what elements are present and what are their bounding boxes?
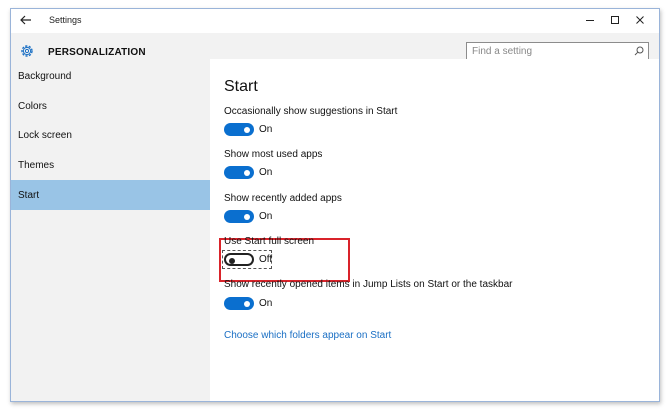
close-icon[interactable] (633, 13, 647, 27)
sidebar: Background Colors Lock screen Themes Sta… (11, 59, 210, 401)
sidebar-item-background[interactable]: Background (11, 61, 210, 91)
toggle-state: Off (259, 254, 273, 265)
setting-label-jump-lists: Show recently opened items in Jump Lists… (224, 279, 513, 290)
toggle-full-screen[interactable] (224, 253, 254, 266)
page-title: Start (224, 78, 258, 95)
toggle-state: On (259, 167, 273, 178)
toggle-state: On (259, 211, 273, 222)
setting-label-full-screen: Use Start full screen (224, 236, 315, 247)
setting-label-suggestions: Occasionally show suggestions in Start (224, 106, 398, 117)
settings-window: Settings PERSONALIZATION Find a setting (10, 8, 660, 402)
sidebar-item-label: Background (18, 71, 72, 82)
toggle-knob (244, 126, 250, 133)
sidebar-item-start[interactable]: Start (11, 180, 210, 210)
sidebar-item-label: Start (18, 190, 40, 201)
sidebar-item-label: Colors (18, 101, 47, 112)
toggle-knob (244, 169, 250, 176)
sidebar-item-lock-screen[interactable]: Lock screen (11, 120, 210, 150)
toggle-suggestions[interactable] (224, 123, 254, 136)
toggle-knob (229, 257, 235, 264)
search-icon[interactable] (634, 46, 644, 56)
maximize-icon[interactable] (608, 13, 622, 27)
sidebar-item-label: Lock screen (18, 130, 72, 141)
search-placeholder: Find a setting (472, 46, 533, 57)
toggle-recently-added[interactable] (224, 210, 254, 223)
gear-icon (19, 43, 35, 59)
section-title: PERSONALIZATION (48, 47, 146, 58)
toggle-knob (244, 213, 250, 220)
sidebar-item-themes[interactable]: Themes (11, 150, 210, 180)
title-bar: Settings (11, 9, 659, 33)
setting-label-recently-added: Show recently added apps (224, 193, 342, 204)
setting-label-most-used: Show most used apps (224, 149, 323, 160)
choose-folders-link[interactable]: Choose which folders appear on Start (224, 330, 391, 341)
back-arrow-icon[interactable] (19, 13, 33, 27)
window-title: Settings (49, 15, 82, 25)
minimize-icon[interactable] (583, 13, 597, 27)
main-content: Start Occasionally show suggestions in S… (210, 59, 659, 401)
sidebar-item-label: Themes (18, 160, 55, 171)
toggle-state: On (259, 124, 273, 135)
toggle-state: On (259, 298, 273, 309)
toggle-jump-lists[interactable] (224, 297, 254, 310)
toggle-knob (244, 300, 250, 307)
toggle-most-used[interactable] (224, 166, 254, 179)
sidebar-item-colors[interactable]: Colors (11, 91, 210, 121)
